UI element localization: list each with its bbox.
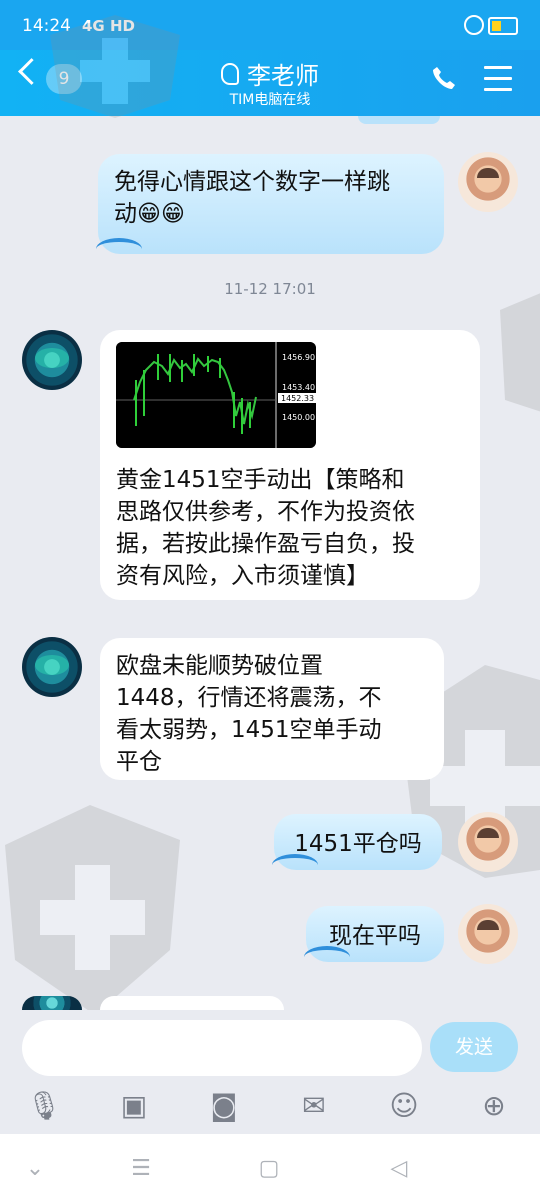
contact-name-text: 李老师 [247, 62, 319, 90]
chart-price-label-3: 1450.00 [282, 413, 315, 422]
message-timestamp: 11-12 17:01 [224, 280, 316, 298]
message-text-line-1: 黄金1451空手动出【策略和 [116, 467, 405, 493]
alarm-icon [464, 15, 484, 35]
message-out-2[interactable]: 1451平仓吗 [272, 814, 442, 870]
message-text-line-2: 1448，行情还将震荡，不 [116, 685, 382, 711]
message-text: 免得心情跟这个数字一样跳 [114, 169, 390, 195]
message-input[interactable] [22, 1020, 422, 1076]
bubble-wave-decoration [96, 238, 142, 260]
message-text-line-4: 平仓 [116, 749, 162, 775]
previous-bubble-edge [358, 116, 440, 124]
watermark-shield-icon [50, 15, 180, 118]
send-button[interactable]: 发送 [430, 1022, 518, 1072]
menu-icon[interactable] [484, 66, 512, 99]
image-icon[interactable]: ▣ [116, 1088, 152, 1124]
message-text-line2: 动😁😁 [114, 201, 185, 227]
chart-price-label-1: 1456.90 [282, 353, 315, 362]
camera-icon[interactable]: ◙ [206, 1088, 242, 1124]
emoji-icon[interactable]: ☺ [386, 1088, 422, 1124]
my-avatar[interactable] [458, 152, 518, 212]
my-avatar-3[interactable] [458, 904, 518, 964]
recent-apps-icon[interactable]: ☰ [128, 1156, 154, 1182]
phone-icon[interactable] [430, 64, 458, 92]
message-text-line-3: 据，若按此操作盈亏自负，投 [116, 531, 415, 557]
chart-price-label-current: 1452.33 [281, 394, 314, 403]
red-packet-icon[interactable]: ✉ [296, 1088, 332, 1124]
composer-bar: 发送 🎙 ▣ ◙ ✉ ☺ ⊕ [0, 1010, 540, 1134]
message-in-1[interactable]: 1456.90 1453.40 1452.33 1450.00 黄金1451空手… [100, 330, 480, 600]
message-text-line-4: 资有风险，入市须谨慎】 [116, 563, 369, 589]
battery-icon [488, 17, 518, 35]
bubble-wave-decoration [272, 854, 318, 876]
add-more-icon[interactable]: ⊕ [476, 1088, 512, 1124]
price-chart-image[interactable]: 1456.90 1453.40 1452.33 1450.00 [116, 342, 316, 448]
bubble-wave-decoration [304, 946, 350, 968]
message-text: 现在平吗 [329, 923, 421, 949]
hide-keyboard-icon[interactable]: ⌄ [22, 1156, 48, 1182]
watermark-shield-icon-2 [500, 293, 540, 412]
message-text-line-2: 思路仅供参考，不作为投资依 [116, 499, 415, 525]
teacher-avatar-2[interactable] [22, 637, 82, 697]
message-in-2[interactable]: 欧盘未能顺势破位置 1448，行情还将震荡，不 看太弱势，1451空单手动 平仓 [100, 638, 444, 780]
message-text-line-1: 欧盘未能顺势破位置 [116, 653, 323, 679]
chart-price-label-2: 1453.40 [282, 383, 315, 392]
my-avatar-2[interactable] [458, 812, 518, 872]
message-out-1[interactable]: 免得心情跟这个数字一样跳 动😁😁 [96, 154, 444, 254]
ear-icon [221, 63, 239, 85]
microphone-icon[interactable]: 🎙 [26, 1088, 62, 1124]
message-in-partial[interactable] [100, 996, 284, 1010]
back-nav-icon[interactable]: ◁ [386, 1156, 412, 1182]
teacher-avatar[interactable] [22, 330, 82, 390]
message-out-3[interactable]: 现在平吗 [304, 906, 444, 962]
message-text-line-3: 看太弱势，1451空单手动 [116, 717, 382, 743]
teacher-avatar-partial[interactable] [22, 996, 82, 1010]
system-navigation-bar: ⌄ ☰ ▢ ◁ [0, 1134, 540, 1200]
watermark-shield-icon-5 [5, 805, 180, 1015]
message-text: 1451平仓吗 [294, 831, 422, 857]
home-icon[interactable]: ▢ [256, 1156, 282, 1182]
